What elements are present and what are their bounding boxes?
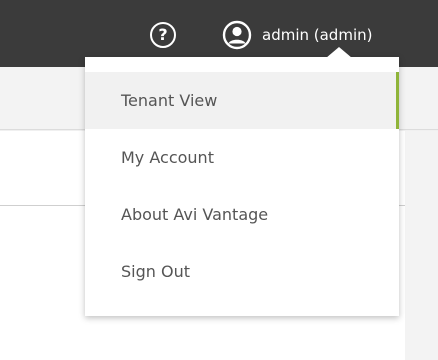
menu-item-my-account[interactable]: My Account [85,129,399,186]
menu-item-sign-out[interactable]: Sign Out [85,243,399,300]
menu-item-tenant-view[interactable]: Tenant View [85,72,399,129]
user-menu-button[interactable]: admin (admin) [222,20,372,50]
user-avatar-icon [222,20,252,50]
app-window: ? admin (admin) Tenant View My Account A… [0,0,438,360]
user-name-label: admin (admin) [262,26,373,44]
user-dropdown-menu: Tenant View My Account About Avi Vantage… [85,57,399,316]
help-icon[interactable]: ? [150,22,176,48]
content-gutter [405,131,438,360]
menu-item-about[interactable]: About Avi Vantage [85,186,399,243]
dropdown-caret [326,47,352,58]
